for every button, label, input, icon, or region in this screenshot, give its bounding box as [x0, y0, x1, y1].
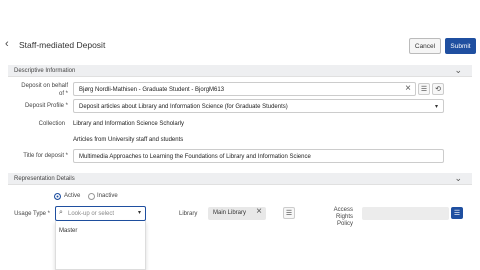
title-for-deposit-input[interactable]: Multimedia Approaches to Learning the Fo… [73, 149, 444, 163]
deposit-profile-select[interactable]: Deposit articles about Library and Infor… [73, 99, 444, 113]
descriptive-section-header[interactable]: Descriptive Information ⌄ [8, 65, 472, 77]
usage-type-option[interactable]: Master [59, 228, 77, 234]
search-icon: ⌕ [59, 209, 63, 216]
representation-section-title: Representation Details [14, 176, 75, 182]
chevron-down-icon[interactable]: ⌄ [454, 173, 462, 184]
submit-button[interactable]: Submit [445, 38, 476, 54]
active-radio[interactable] [54, 193, 61, 200]
clear-icon[interactable]: × [256, 206, 262, 217]
page-title: Staff-mediated Deposit [19, 40, 106, 50]
usage-type-dropdown[interactable]: ⌕ Look-up or select ▾ [55, 206, 146, 221]
access-rights-policy-field[interactable] [362, 207, 449, 220]
collection-value-line-2: Articles from University staff and stude… [73, 137, 184, 143]
usage-type-options-list: Master [55, 221, 146, 270]
descriptive-section-title: Descriptive Information [14, 68, 76, 74]
list-icon[interactable]: ☰ [283, 207, 295, 219]
access-rights-label-2: Rights [335, 214, 353, 220]
access-rights-label-1: Access [333, 207, 353, 213]
cancel-button[interactable]: Cancel [409, 38, 441, 54]
deposit-profile-label: Deposit Profile * [24, 103, 68, 109]
active-label: Active [64, 193, 81, 199]
usage-type-label: Usage Type * [14, 211, 50, 217]
back-arrow-icon[interactable]: ‹ [5, 38, 9, 50]
library-label: Library [179, 211, 198, 217]
usage-type-placeholder: Look-up or select [68, 210, 115, 217]
inactive-radio[interactable] [88, 193, 95, 200]
library-value: Main Library [213, 210, 247, 216]
caret-down-icon: ▾ [434, 104, 438, 110]
library-field[interactable]: Main Library × [208, 206, 266, 220]
collection-label: Collection [38, 121, 65, 127]
collection-value-line-1: Library and Information Science Scholarl… [73, 121, 185, 127]
list-icon[interactable]: ☰ [418, 83, 430, 95]
title-for-deposit-label: Title for deposit * [23, 153, 68, 159]
deposit-on-behalf-field[interactable]: Bjørg Nordli-Mathisen - Graduate Student… [73, 82, 416, 96]
deposit-on-behalf-value: Bjørg Nordli-Mathisen - Graduate Student… [79, 86, 225, 93]
representation-section-header[interactable]: Representation Details ⌄ [8, 173, 472, 185]
deposit-on-behalf-label-2: of * [58, 91, 68, 97]
clear-icon[interactable]: × [405, 83, 411, 94]
chevron-down-icon[interactable]: ⌄ [454, 65, 462, 76]
title-for-deposit-value: Multimedia Approaches to Learning the Fo… [79, 153, 311, 160]
inactive-label: Inactive [97, 193, 118, 199]
page-header: ‹ Staff-mediated Deposit Cancel Submit [0, 0, 480, 62]
history-icon[interactable]: ⟲ [432, 83, 444, 95]
access-rights-label-3: Policy [336, 221, 353, 227]
deposit-profile-value: Deposit articles about Library and Infor… [79, 103, 288, 110]
deposit-on-behalf-label-1: Deposit on behalf [21, 83, 68, 89]
caret-down-icon: ▾ [137, 210, 141, 216]
list-icon[interactable]: ☰ [451, 207, 463, 219]
